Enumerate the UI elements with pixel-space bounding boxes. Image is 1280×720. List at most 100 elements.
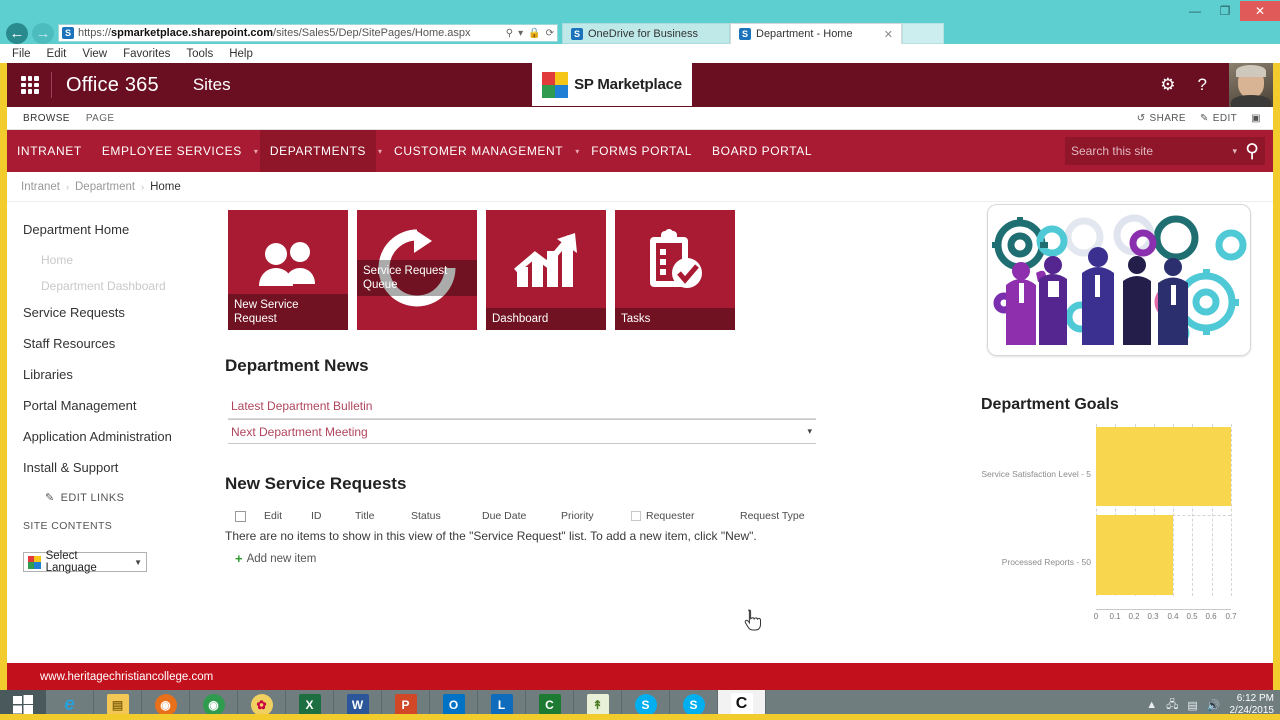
sidebar-item-libraries[interactable]: Libraries [23, 367, 219, 382]
forward-button[interactable]: → [32, 23, 54, 44]
add-new-item-link[interactable]: + Add new item [225, 551, 845, 566]
skype-icon: S [634, 694, 657, 716]
google-translate-icon [28, 555, 41, 569]
chevron-down-icon[interactable]: ▾ [807, 426, 812, 437]
sidebar-item-portal-management[interactable]: Portal Management [23, 398, 219, 413]
chrome-icon: ◉ [202, 694, 225, 716]
chevron-down-icon[interactable]: ▾ [252, 130, 260, 172]
search-input[interactable]: Search this site [1071, 144, 1233, 158]
menu-view[interactable]: View [82, 48, 107, 60]
search-icon[interactable]: ⚲ [506, 28, 513, 39]
nav-item-board-portal[interactable]: BOARD PORTAL [702, 130, 822, 172]
plus-icon: + [235, 551, 243, 566]
browser-tab-department-home[interactable]: S Department - Home ✕ [730, 23, 902, 44]
chart-tick-3: 0.3 [1147, 612, 1159, 621]
close-button[interactable]: ✕ [1240, 1, 1280, 21]
breadcrumb-item-department[interactable]: Department [75, 181, 135, 193]
browser-tab-onedrive[interactable]: S OneDrive for Business [562, 23, 730, 44]
avatar[interactable] [1229, 63, 1273, 107]
gear-icon[interactable]: ⚙ [1160, 75, 1175, 95]
network-icon[interactable]: 🖧 [1166, 696, 1178, 715]
menu-file[interactable]: File [12, 48, 31, 60]
sidebar-item-home[interactable]: Home [41, 253, 219, 267]
sidebar-item-install-support[interactable]: Install & Support [23, 460, 219, 475]
focus-on-content-icon[interactable]: ▣ [1251, 113, 1261, 124]
action-center-icon[interactable]: ▤ [1187, 699, 1197, 712]
chevron-down-icon[interactable]: ▾ [573, 130, 581, 172]
column-priority[interactable]: Priority [561, 510, 631, 522]
menu-help[interactable]: Help [229, 48, 253, 60]
site-search-box[interactable]: Search this site ▾ ⚲ [1065, 137, 1265, 165]
column-requester[interactable]: Requester [646, 510, 740, 522]
address-bar[interactable]: S https://spmarketplace.sharepoint.com/s… [58, 24, 558, 42]
new-tab-button[interactable] [902, 23, 944, 44]
minimize-button[interactable]: — [1180, 1, 1210, 21]
camtasia-active-icon: C [730, 693, 753, 715]
footer-banner: www.heritagechristiancollege.com [0, 663, 1280, 690]
sidebar-item-application-administration[interactable]: Application Administration [23, 429, 219, 444]
chevron-down-icon[interactable]: ▾ [376, 130, 384, 172]
app-launcher-waffle-icon[interactable] [15, 70, 45, 100]
menu-edit[interactable]: Edit [47, 48, 67, 60]
word-icon: W [346, 694, 369, 716]
news-item-latest-bulletin[interactable]: Latest Department Bulletin [228, 394, 816, 419]
nav-item-forms-portal[interactable]: FORMS PORTAL [581, 130, 702, 172]
column-title[interactable]: Title [355, 510, 411, 522]
nav-item-customer-management[interactable]: CUSTOMER MANAGEMENT [384, 130, 573, 172]
chart-tick-2: 0.2 [1128, 612, 1140, 621]
ribbon-tab-browse[interactable]: BROWSE [23, 113, 70, 124]
sidebar-item-department-dashboard[interactable]: Department Dashboard [41, 279, 219, 293]
chevron-down-icon[interactable]: ▾ [518, 28, 523, 39]
tile-service-request-queue[interactable]: Service Request Queue [357, 210, 477, 330]
show-hidden-icons-icon[interactable]: ▲ [1146, 699, 1157, 711]
breadcrumb-item-home: Home [150, 180, 181, 193]
share-button[interactable]: ↺ SHARE [1137, 113, 1186, 124]
close-icon[interactable]: ✕ [884, 28, 893, 41]
sidebar-item-department-home[interactable]: Department Home [23, 222, 219, 237]
edit-links-button[interactable]: ✎ EDIT LINKS [45, 491, 219, 505]
sidebar-item-service-requests[interactable]: Service Requests [23, 305, 219, 320]
tile-tasks[interactable]: Tasks [615, 210, 735, 330]
internet-explorer-icon: e [64, 694, 75, 715]
firefox-icon: ◉ [154, 694, 177, 716]
back-button[interactable]: ← [6, 23, 28, 44]
menu-favorites[interactable]: Favorites [123, 48, 170, 60]
nav-item-departments[interactable]: DEPARTMENTS [259, 130, 377, 172]
frame-bottom-strip [0, 714, 1280, 720]
hero-illustration-svg [988, 214, 1250, 355]
camtasia-icon: C [538, 694, 561, 716]
maximize-button[interactable]: ❐ [1210, 1, 1240, 21]
office365-brand[interactable]: Office 365 [66, 74, 159, 97]
clock-time: 6:12 PM [1236, 693, 1274, 704]
column-edit[interactable]: Edit [264, 510, 311, 522]
sites-link[interactable]: Sites [193, 75, 231, 95]
sidebar-item-staff-resources[interactable]: Staff Resources [23, 336, 219, 351]
nav-item-intranet[interactable]: INTRANET [7, 130, 92, 172]
ribbon-actions: ↺ SHARE ✎ EDIT ▣ [1137, 113, 1273, 124]
tile-label: Dashboard [486, 308, 606, 330]
divider [51, 72, 52, 98]
column-id[interactable]: ID [311, 510, 355, 522]
sp-marketplace-logo[interactable]: SP Marketplace [532, 63, 692, 106]
pencil-icon: ✎ [45, 492, 55, 504]
volume-icon[interactable]: 🔊 [1207, 699, 1221, 712]
menu-tools[interactable]: Tools [186, 48, 213, 60]
news-item-next-meeting[interactable]: Next Department Meeting ▾ [228, 419, 816, 444]
edit-button[interactable]: ✎ EDIT [1200, 113, 1237, 124]
tile-new-service-request[interactable]: New Service Request [228, 210, 348, 330]
breadcrumb-item-intranet[interactable]: Intranet [21, 181, 60, 193]
search-icon[interactable]: ⚲ [1245, 140, 1259, 163]
select-all-checkbox[interactable] [235, 510, 246, 522]
ribbon-tab-page[interactable]: PAGE [86, 113, 115, 124]
column-due-date[interactable]: Due Date [482, 510, 561, 522]
nav-item-employee-services[interactable]: EMPLOYEE SERVICES [92, 130, 252, 172]
column-status[interactable]: Status [411, 510, 482, 522]
select-language-dropdown[interactable]: Select Language ▼ [23, 550, 147, 574]
help-icon[interactable]: ? [1198, 75, 1207, 95]
site-contents-link[interactable]: SITE CONTENTS [23, 520, 219, 532]
tile-dashboard[interactable]: Dashboard [486, 210, 606, 330]
column-request-type[interactable]: Request Type [740, 510, 805, 522]
people-icon [259, 242, 315, 287]
chevron-down-icon[interactable]: ▾ [1233, 146, 1238, 157]
refresh-icon[interactable]: ⟳ [546, 28, 554, 39]
